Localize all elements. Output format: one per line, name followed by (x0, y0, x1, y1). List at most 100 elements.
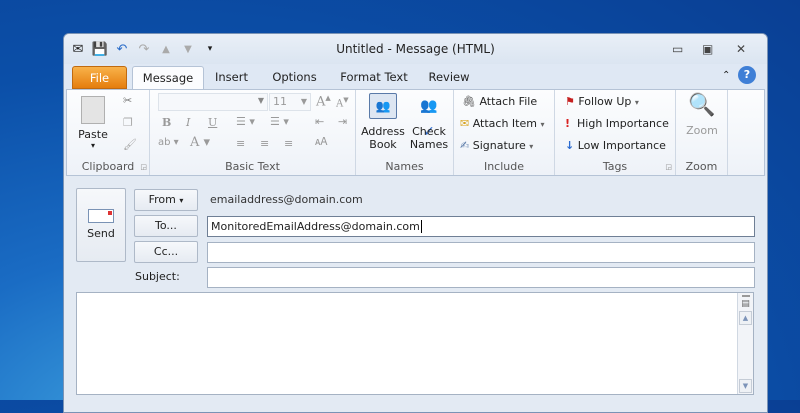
copy-icon[interactable]: ❐ (123, 116, 133, 129)
cc-button[interactable]: Cc... (134, 241, 198, 263)
group-basic-text: ▼ 11 ▼ A▲ A▼ B I U ☰ ▾ ☰ ▾ ⇤ ⇥ ab ▾ A ▾ ≡… (150, 90, 356, 175)
address-book-label-2: Book (369, 138, 397, 151)
scroll-up-button[interactable]: ▲ (739, 311, 752, 325)
high-importance-label: High Importance (577, 117, 669, 130)
tab-format-text[interactable]: Format Text (339, 66, 409, 89)
high-importance-button[interactable]: ! High Importance (565, 117, 669, 130)
minimize-button[interactable]: ▭ (672, 42, 683, 56)
align-left-icon[interactable]: ≡ (236, 137, 245, 150)
low-importance-label: Low Importance (577, 139, 666, 152)
vertical-scrollbar[interactable]: ▤ ▲ ▼ (737, 293, 753, 394)
clipboard-group-label: Clipboard (81, 160, 135, 173)
tab-insert[interactable]: Insert (209, 66, 254, 89)
font-size-value: 11 (273, 95, 287, 108)
check-names-icon: 👥✓ (420, 98, 438, 140)
attach-item-icon: ✉ (460, 117, 470, 130)
decrease-indent-icon[interactable]: ⇤ (315, 115, 324, 128)
check-names-label-2: Names (409, 138, 449, 151)
split-handle[interactable] (741, 295, 750, 297)
group-names: 👥 Address Book 👥✓ Check Names Names (356, 90, 454, 175)
increase-indent-icon[interactable]: ⇥ (338, 115, 347, 128)
underline-button[interactable]: U (208, 116, 217, 129)
signature-icon: ✍ (460, 139, 470, 152)
paste-label: Paste (78, 128, 108, 141)
subject-label: Subject: (135, 270, 180, 283)
group-include: 🖇 Attach File ✉ Attach Item ▾ ✍ Signatur… (454, 90, 555, 175)
dialog-launcher-icon[interactable]: ◲ (665, 163, 672, 171)
format-painter-icon[interactable]: 🖌 (123, 138, 137, 151)
attach-file-button[interactable]: 🖇 Attach File (462, 95, 537, 108)
bullets-icon[interactable]: ☰ ▾ (236, 115, 255, 128)
close-button[interactable]: ✕ (736, 42, 746, 56)
maximize-button[interactable]: ▣ (702, 42, 713, 56)
subject-field[interactable] (207, 267, 755, 288)
bold-button[interactable]: B (162, 116, 171, 129)
shrink-font-icon[interactable]: A▼ (336, 96, 349, 109)
cc-field[interactable] (207, 242, 755, 263)
compose-form: Send From ▾ emailaddress@domain.com To..… (64, 176, 767, 412)
check-names-label-1: Check (412, 125, 446, 138)
names-group-label: Names (385, 160, 424, 173)
attach-item-label: Attach Item (472, 117, 537, 130)
send-button[interactable]: Send (76, 188, 126, 262)
from-button[interactable]: From ▾ (134, 189, 198, 211)
align-center-icon[interactable]: ≡ (260, 137, 269, 150)
send-label: Send (87, 227, 115, 240)
signature-button[interactable]: ✍ Signature ▾ (460, 139, 533, 152)
tab-review[interactable]: Review (424, 66, 474, 89)
paperclip-icon: 🖇 (462, 95, 476, 108)
clear-formatting-icon[interactable]: 🗚 (315, 135, 327, 149)
zoom-label: Zoom (686, 124, 718, 137)
include-group-label: Include (483, 160, 525, 173)
to-field[interactable]: MonitoredEmailAddress@domain.com (207, 216, 755, 237)
font-color-icon[interactable]: A ▾ (190, 135, 210, 150)
follow-up-label: Follow Up (578, 95, 632, 108)
outlook-message-window: ✉ 💾 ↶ ↷ ▲ ▼ ▾ Untitled - Message (HTML) … (63, 33, 768, 413)
to-value: MonitoredEmailAddress@domain.com (211, 220, 420, 233)
clipboard-icon (81, 96, 105, 124)
address-book-label-1: Address (361, 125, 405, 138)
italic-button[interactable]: I (186, 116, 190, 129)
signature-label: Signature (472, 139, 526, 152)
group-tags: ⚑ Follow Up ▾ ! High Importance ↓ Low Im… (555, 90, 676, 175)
flag-icon: ⚑ (565, 95, 575, 108)
tags-group-label: Tags (602, 160, 628, 173)
window-title: Untitled - Message (HTML) (336, 42, 495, 56)
low-importance-icon: ↓ (565, 139, 575, 152)
message-body[interactable]: ▤ ▲ ▼ (76, 292, 754, 395)
attach-file-label: Attach File (479, 95, 538, 108)
cut-icon[interactable]: ✂ (123, 94, 132, 107)
dialog-launcher-icon[interactable]: ◲ (140, 163, 147, 171)
paste-button[interactable]: Paste ▾ (75, 94, 111, 156)
align-right-icon[interactable]: ≡ (284, 137, 293, 150)
zoom-group-label: Zoom (685, 160, 718, 173)
collapse-ribbon-icon[interactable]: ⌃ (722, 70, 730, 81)
to-button[interactable]: To... (134, 215, 198, 237)
highlight-icon[interactable]: ab ▾ (158, 137, 179, 148)
high-importance-icon: ! (565, 117, 571, 130)
zoom-button[interactable]: 🔍 Zoom (682, 93, 722, 137)
ruler-icon[interactable]: ▤ (738, 299, 753, 309)
address-book-button[interactable]: 👥 Address Book (360, 93, 406, 151)
low-importance-button[interactable]: ↓ Low Importance (565, 139, 666, 152)
scroll-down-button[interactable]: ▼ (739, 379, 752, 393)
font-name-dropdown[interactable]: ▼ (158, 93, 268, 111)
send-envelope-icon (88, 209, 114, 223)
check-names-button[interactable]: 👥✓ Check Names (406, 93, 452, 151)
font-size-dropdown[interactable]: 11 ▼ (269, 93, 311, 111)
grow-font-icon[interactable]: A▲ (316, 94, 331, 109)
numbering-icon[interactable]: ☰ ▾ (270, 115, 289, 128)
title-bar: ✉ 💾 ↶ ↷ ▲ ▼ ▾ Untitled - Message (HTML) … (64, 34, 767, 64)
help-icon[interactable]: ? (738, 66, 756, 84)
magnifier-icon: 🔍 (688, 93, 716, 118)
address-book-icon: 👥 (369, 93, 397, 119)
follow-up-button[interactable]: ⚑ Follow Up ▾ (565, 95, 639, 108)
ribbon-tabs: File Message Insert Options Format Text … (64, 64, 767, 89)
tab-message[interactable]: Message (132, 66, 204, 89)
from-address: emailaddress@domain.com (210, 193, 363, 206)
tab-options[interactable]: Options (267, 66, 322, 89)
ribbon: Paste ▾ ✂ ❐ 🖌 Clipboard ◲ ▼ 11 ▼ A▲ A▼ B … (66, 89, 765, 176)
from-label: From (148, 193, 176, 206)
tab-file[interactable]: File (72, 66, 127, 89)
attach-item-button[interactable]: ✉ Attach Item ▾ (460, 117, 545, 130)
